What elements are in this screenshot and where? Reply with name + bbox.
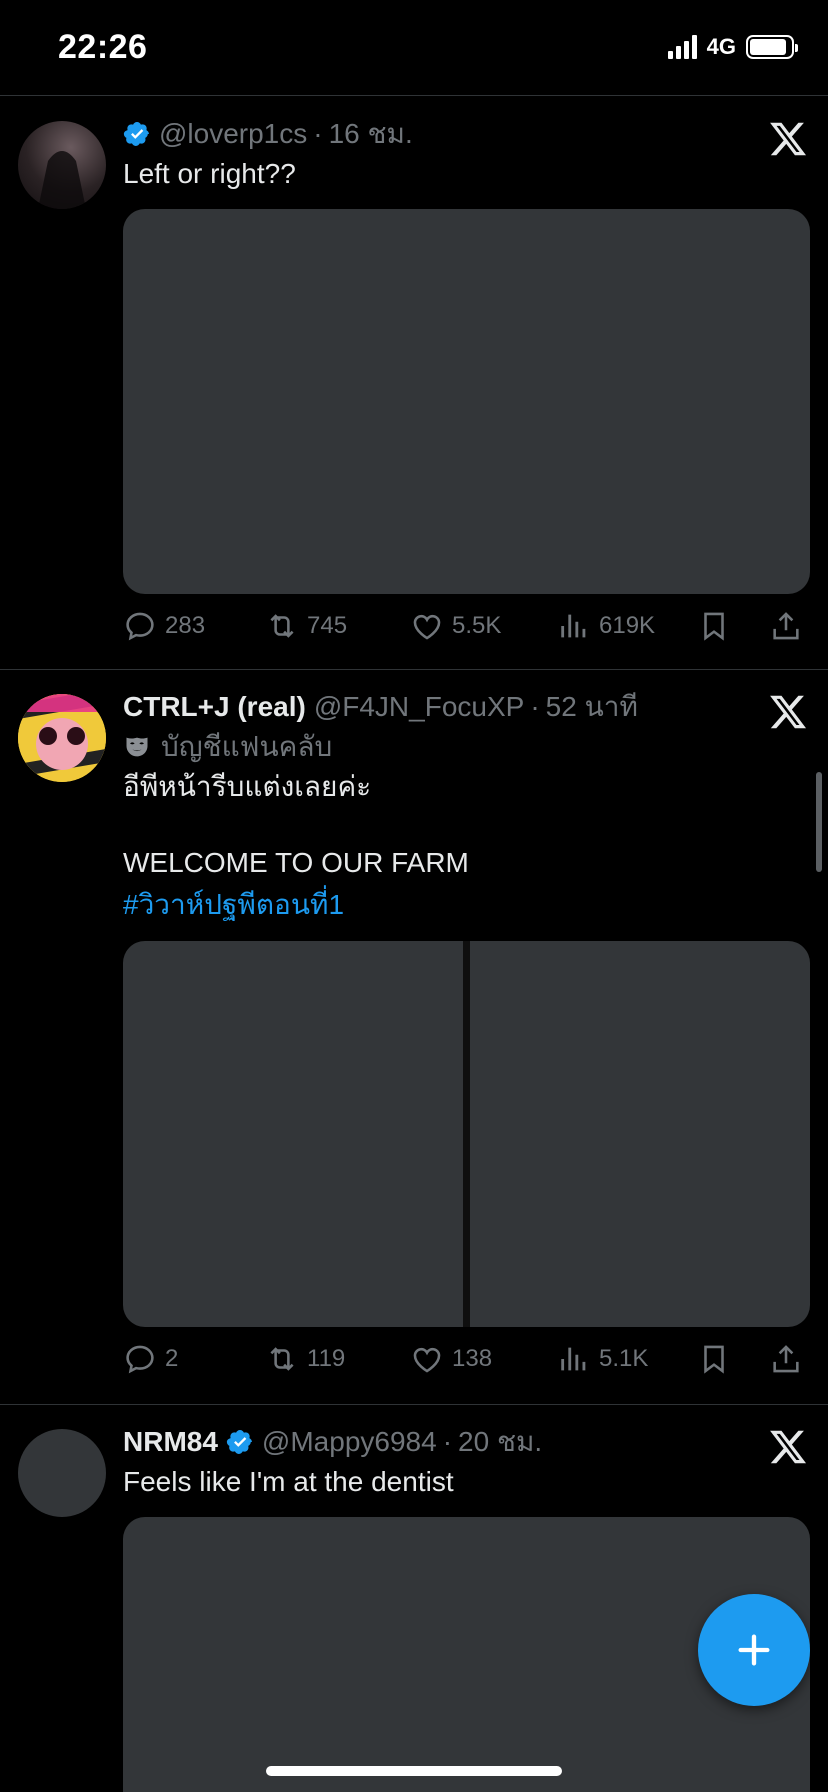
share-button[interactable] (769, 1342, 803, 1376)
views-button[interactable]: 5.1K (557, 1342, 648, 1376)
share-icon (773, 1345, 799, 1373)
post-time[interactable]: 20 ชม. (458, 1425, 542, 1459)
verified-icon (226, 1430, 252, 1454)
post-time[interactable]: 16 ชม. (329, 117, 413, 151)
post[interactable]: NRM84 @Mappy6984 · 20 ชม. Feels like I'm… (0, 1405, 828, 1792)
status-bar: 22:26 4G (0, 0, 828, 96)
reply-button[interactable]: 2 (123, 1342, 178, 1376)
signal-icon (667, 35, 697, 59)
repost-button[interactable]: 745 (265, 609, 347, 643)
post-text: อีพีหน้ารีบแต่งเลยค่ะ WELCOME TO OUR FAR… (123, 771, 469, 878)
post-header: CTRL+J (real) @F4JN_FocuXP · 52 นาที (123, 690, 638, 724)
status-time: 22:26 (58, 28, 148, 66)
share-icon (773, 612, 799, 640)
reply-icon (126, 1345, 154, 1374)
x-logo-icon[interactable] (768, 1427, 808, 1467)
like-count: 5.5K (452, 612, 502, 639)
post-hashtag[interactable]: #วิวาห์ปฐพีตอนที่1 (123, 886, 808, 924)
post-text: Left or right?? (123, 158, 296, 189)
repost-count: 119 (307, 1345, 346, 1372)
fanclub-label: บัญชีแฟนคลับ (161, 731, 333, 762)
network-label: 4G (706, 34, 736, 59)
repost-count: 745 (307, 612, 348, 639)
media-divider (463, 941, 470, 1327)
views-count: 5.1K (599, 1345, 649, 1372)
bookmark-button[interactable] (697, 609, 731, 643)
reply-button[interactable]: 283 (123, 609, 205, 643)
post-text: Feels like I'm at the dentist (123, 1466, 454, 1497)
post-media[interactable] (123, 941, 810, 1327)
post-header: NRM84 @Mappy6984 · 20 ชม. (123, 1425, 543, 1459)
post-display-name[interactable]: NRM84 (123, 1425, 218, 1459)
like-icon (413, 1347, 441, 1373)
like-count: 138 (452, 1345, 493, 1372)
post-actions: 283 745 5.5K 619K (123, 609, 810, 649)
like-icon (413, 614, 441, 640)
bookmark-icon (704, 1345, 724, 1374)
share-button[interactable] (769, 609, 803, 643)
reply-icon (126, 612, 154, 641)
repost-button[interactable]: 119 (265, 1342, 345, 1376)
post-handle[interactable]: @F4JN_FocuXP (314, 690, 525, 724)
home-indicator[interactable] (266, 1766, 562, 1776)
post-time[interactable]: 52 นาที (546, 690, 638, 724)
repost-icon (270, 614, 294, 638)
post-handle[interactable]: @Mappy6984 (262, 1425, 437, 1459)
reply-count: 2 (165, 1345, 179, 1372)
reply-count: 283 (165, 612, 206, 639)
status-indicators: 4G (667, 34, 798, 60)
post-header: @loverp1cs · 16 ชม. (123, 117, 748, 151)
verified-icon (123, 122, 149, 146)
bookmark-button[interactable] (697, 1342, 731, 1376)
views-icon (561, 1347, 586, 1371)
scrollbar[interactable] (816, 772, 822, 872)
avatar[interactable] (18, 121, 106, 209)
avatar[interactable] (18, 694, 106, 782)
bookmark-icon (704, 612, 724, 641)
mask-icon (126, 737, 148, 757)
views-count: 619K (599, 612, 656, 639)
views-icon (561, 614, 586, 638)
x-logo-icon[interactable] (768, 119, 808, 159)
views-button[interactable]: 619K (557, 609, 655, 643)
post-handle[interactable]: @loverp1cs (159, 117, 307, 151)
like-button[interactable]: 138 (410, 1342, 492, 1376)
fanclub-badge: บัญชีแฟนคลับ (123, 728, 332, 766)
x-logo-icon[interactable] (768, 692, 808, 732)
post[interactable]: @loverp1cs · 16 ชม. Left or right?? 283 … (0, 97, 828, 670)
post-actions: 2 119 138 5.1K (123, 1342, 810, 1382)
post[interactable]: CTRL+J (real) @F4JN_FocuXP · 52 นาที บัญ… (0, 670, 828, 1405)
compose-button[interactable] (698, 1594, 810, 1706)
compose-icon (738, 1634, 770, 1666)
like-button[interactable]: 5.5K (410, 609, 501, 643)
avatar[interactable] (18, 1429, 106, 1517)
battery-icon (746, 35, 798, 59)
repost-icon (270, 1347, 294, 1371)
post-media[interactable] (123, 209, 810, 594)
post-display-name[interactable]: CTRL+J (real) (123, 690, 306, 724)
